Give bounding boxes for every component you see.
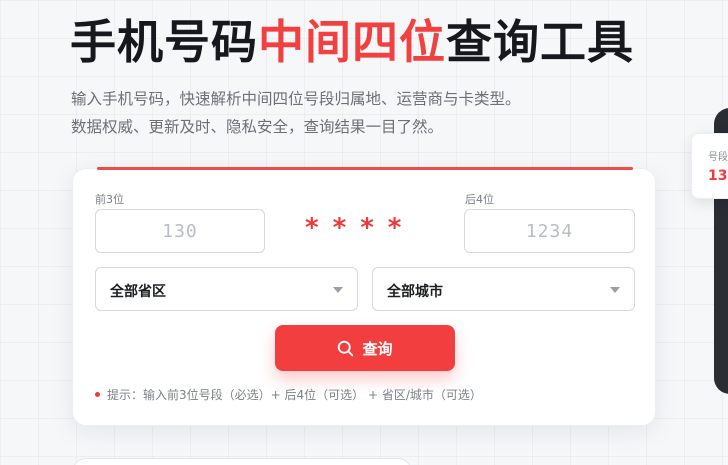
search-icon: [338, 340, 354, 356]
province-select-value: 全部省区: [110, 284, 166, 300]
chevron-down-icon: [333, 287, 343, 293]
last4-label: 后4位: [465, 193, 494, 206]
city-select-value: 全部城市: [387, 284, 443, 300]
description-line-1: 输入手机号码，快速解析中间四位号段归属地、运营商与卡类型。: [71, 90, 521, 108]
page-title: 手机号码中间四位查询工具: [70, 14, 634, 70]
page-description: 输入手机号码，快速解析中间四位号段归属地、运营商与卡类型。 数据权威、更新及时、…: [71, 85, 521, 141]
title-suffix: 查询工具: [446, 15, 634, 69]
form-tip: 提示：输入前3位号段（必选）+ 后4位（可选） + 省区/城市（可选）: [95, 386, 482, 403]
bullet-dot-icon: [95, 392, 100, 397]
query-button-label: 查询: [362, 340, 393, 358]
title-accent: 中间四位: [258, 15, 446, 69]
masked-middle-digits: ****: [305, 213, 416, 243]
first3-input[interactable]: [95, 209, 265, 253]
description-line-2: 数据权威、更新及时、隐私安全，查询结果一目了然。: [71, 118, 444, 136]
form-tip-text: 提示：输入前3位号段（必选）+ 后4位（可选） + 省区/城市（可选）: [107, 388, 482, 402]
first3-label: 前3位: [95, 193, 124, 206]
query-button[interactable]: 查询: [275, 325, 455, 371]
query-form-card: 前3位 **** 后4位 全部省区 全部城市 查询 提示：输入前3位号段（必选）…: [72, 167, 656, 426]
bottom-card: [72, 458, 412, 465]
card-accent-bar: [97, 167, 633, 170]
side-result-card: 号段 138: [691, 133, 728, 199]
title-prefix: 手机号码: [70, 15, 258, 69]
side-card-value: 138: [708, 168, 728, 184]
province-select[interactable]: 全部省区: [95, 267, 358, 311]
chevron-down-icon: [610, 287, 620, 293]
side-card-label: 号段: [708, 152, 728, 163]
city-select[interactable]: 全部城市: [372, 267, 635, 311]
last4-input[interactable]: [464, 209, 635, 253]
